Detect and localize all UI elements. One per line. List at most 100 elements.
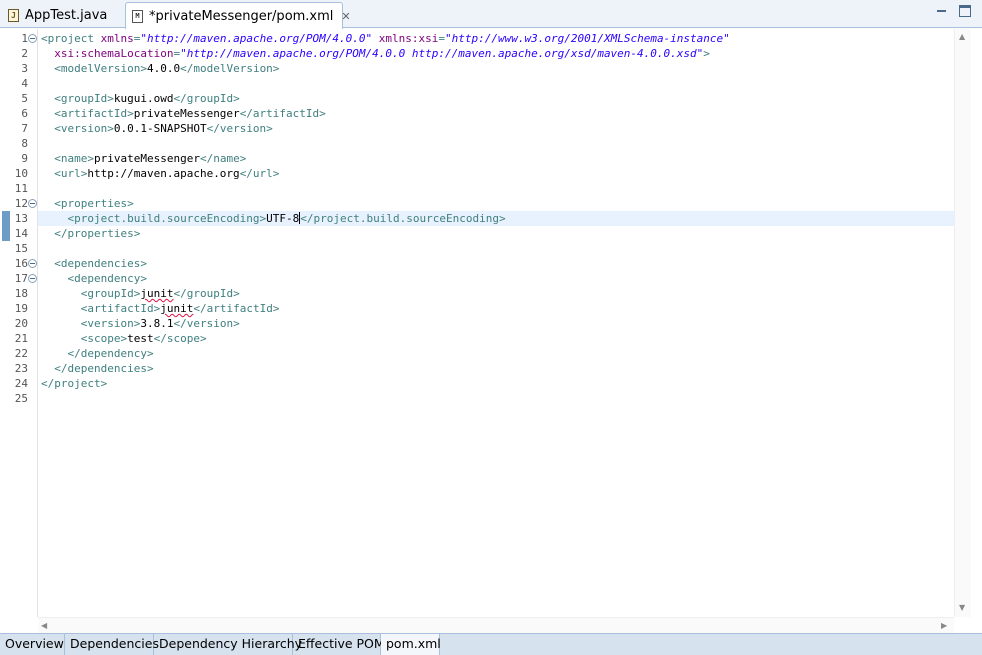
page-tab-overview[interactable]: Overview	[0, 634, 65, 655]
page-tab-label: Dependency Hierarchy	[159, 636, 303, 651]
horizontal-scrollbar[interactable]: ◀ ▶	[38, 617, 954, 633]
xml-tag-token: </groupId>	[173, 92, 240, 105]
xml-tag-token: </version>	[173, 317, 240, 330]
code-line[interactable]: </project>	[41, 376, 107, 391]
scroll-left-arrow-icon[interactable]: ◀	[41, 621, 47, 631]
xml-attribute-value-token: "http://maven.apache.org/POM/4.0.0"	[140, 32, 373, 45]
line-number: 18	[14, 287, 28, 300]
code-line[interactable]: <name>privateMessenger</name>	[41, 151, 246, 166]
close-tab-icon[interactable]: ✕	[341, 10, 350, 23]
code-line[interactable]: </properties>	[41, 226, 140, 241]
code-line[interactable]: xsi:schemaLocation="http://maven.apache.…	[41, 46, 710, 61]
xml-tag-token: <version>	[41, 122, 114, 135]
xml-tag-token: </properties>	[41, 227, 141, 240]
line-number: 16	[14, 257, 28, 270]
line-number: 8	[21, 137, 28, 150]
code-line[interactable]: <artifactId>privateMessenger</artifactId…	[41, 106, 326, 121]
line-number: 17	[14, 272, 28, 285]
fold-collapse-icon[interactable]	[28, 259, 37, 268]
code-line[interactable]: <scope>test</scope>	[41, 331, 207, 346]
code-line[interactable]: <properties>	[41, 196, 134, 211]
code-line[interactable]: <url>http://maven.apache.org</url>	[41, 166, 279, 181]
xml-tag-token: <name>	[41, 152, 94, 165]
xml-tag-token: <project	[41, 32, 101, 45]
code-line[interactable]: <version>3.8.1</version>	[41, 316, 240, 331]
fold-collapse-icon[interactable]	[28, 199, 37, 208]
line-number: 15	[14, 242, 28, 255]
line-number: 22	[14, 347, 28, 360]
page-tab-dependencies[interactable]: Dependencies	[65, 634, 159, 655]
xml-tag-token	[372, 32, 379, 45]
code-area[interactable]: <project xmlns="http://maven.apache.org/…	[38, 29, 954, 617]
code-line[interactable]: <project xmlns="http://maven.apache.org/…	[41, 31, 730, 46]
line-number: 3	[21, 62, 28, 75]
line-number: 23	[14, 362, 28, 375]
page-tab-label: Effective POM	[298, 636, 385, 651]
line-number: 21	[14, 332, 28, 345]
spellcheck-flagged-text: junit	[160, 302, 194, 315]
xml-tag-token: </url>	[239, 167, 280, 180]
xml-text-token: test	[127, 332, 154, 345]
fold-collapse-icon[interactable]	[28, 34, 37, 43]
page-tab-label: Overview	[5, 636, 64, 651]
pom-editor-page-tabs: Overview Dependencies Dependency Hierarc…	[0, 633, 982, 655]
code-line[interactable]: <project.build.sourceEncoding>UTF-8</pro…	[41, 211, 506, 226]
change-marker	[2, 211, 10, 226]
line-number: 4	[21, 77, 28, 90]
xml-tag-token: </scope>	[153, 332, 207, 345]
xml-tag-token: </modelVersion>	[180, 62, 280, 75]
line-number: 11	[14, 182, 28, 195]
code-line[interactable]: </dependencies>	[41, 361, 153, 376]
scroll-right-arrow-icon[interactable]: ▶	[941, 621, 947, 631]
xml-text-token: 0.0.1-SNAPSHOT	[113, 122, 207, 135]
editor-tab-bar: J AppTest.java M *privateMessenger/pom.x…	[0, 0, 982, 29]
xml-tag-token: <properties>	[41, 197, 134, 210]
code-line[interactable]: <version>0.0.1-SNAPSHOT</version>	[41, 121, 273, 136]
fold-collapse-icon[interactable]	[28, 274, 37, 283]
code-line[interactable]: <artifactId>junit</artifactId>	[41, 301, 280, 316]
xml-source-editor[interactable]: 1 2 3 4 5 6 7 8 9 10 11 12 13 14 15 16 17 18 19 20 21 22 23 24 2…	[0, 29, 982, 633]
line-number: 12	[14, 197, 28, 210]
tab-apptest-java[interactable]: J AppTest.java	[2, 2, 120, 28]
tab-label: AppTest.java	[25, 7, 108, 23]
xml-attribute-token: xmlns	[100, 32, 134, 45]
line-number: 7	[21, 122, 28, 135]
line-number: 2	[21, 47, 28, 60]
scroll-down-arrow-icon[interactable]: ▼	[959, 603, 965, 613]
page-tab-dependency-hierarchy[interactable]: Dependency Hierarchy	[154, 634, 302, 655]
xml-text-token: 4.0.0	[146, 62, 181, 75]
maven-file-icon: M	[132, 9, 143, 23]
xml-tag-token: </project>	[41, 377, 108, 390]
xml-tag-token: <modelVersion>	[41, 62, 147, 75]
vertical-scrollbar[interactable]: ▲ ▼	[954, 29, 971, 617]
code-line[interactable]: <dependency>	[41, 271, 146, 286]
tab-pom-xml[interactable]: M *privateMessenger/pom.xml ✕	[125, 2, 351, 29]
code-line[interactable]: <groupId>kugui.owd</groupId>	[41, 91, 240, 106]
xml-tag-token: </project.build.sourceEncoding>	[300, 212, 506, 225]
line-number: 25	[14, 392, 28, 405]
xml-tag-token: </artifactId>	[239, 107, 326, 120]
line-number: 24	[14, 377, 28, 390]
page-tab-effective-pom[interactable]: Effective POM	[293, 634, 385, 655]
xml-attribute-token: xmlns:xsi	[378, 32, 439, 45]
code-line[interactable]: <dependencies>	[41, 256, 147, 271]
xml-text-token: kugui.owd	[113, 92, 174, 105]
xml-tag-token: <project.build.sourceEncoding>	[41, 212, 267, 225]
scroll-up-arrow-icon[interactable]: ▲	[959, 32, 965, 42]
tab-label: *privateMessenger/pom.xml	[149, 8, 334, 24]
xml-attribute-token: xsi:schemaLocation	[54, 47, 174, 60]
code-line[interactable]: <groupId>junit</groupId>	[41, 286, 240, 301]
minimize-icon[interactable]	[936, 5, 948, 17]
code-line[interactable]: <modelVersion>4.0.0</modelVersion>	[41, 61, 279, 76]
code-line[interactable]: </dependency>	[41, 346, 153, 361]
line-number: 1	[21, 32, 28, 45]
line-number: 10	[14, 167, 28, 180]
xml-text-token: http://maven.apache.org	[87, 167, 240, 180]
xml-tag-token: <url>	[41, 167, 88, 180]
java-file-icon: J	[8, 8, 19, 22]
maximize-icon[interactable]	[959, 5, 971, 17]
page-tab-pom-xml[interactable]: pom.xml	[381, 634, 441, 655]
xml-tag-token: <version>	[41, 317, 141, 330]
xml-tag-token: <dependencies>	[41, 257, 147, 270]
xml-tag-token	[41, 47, 54, 60]
